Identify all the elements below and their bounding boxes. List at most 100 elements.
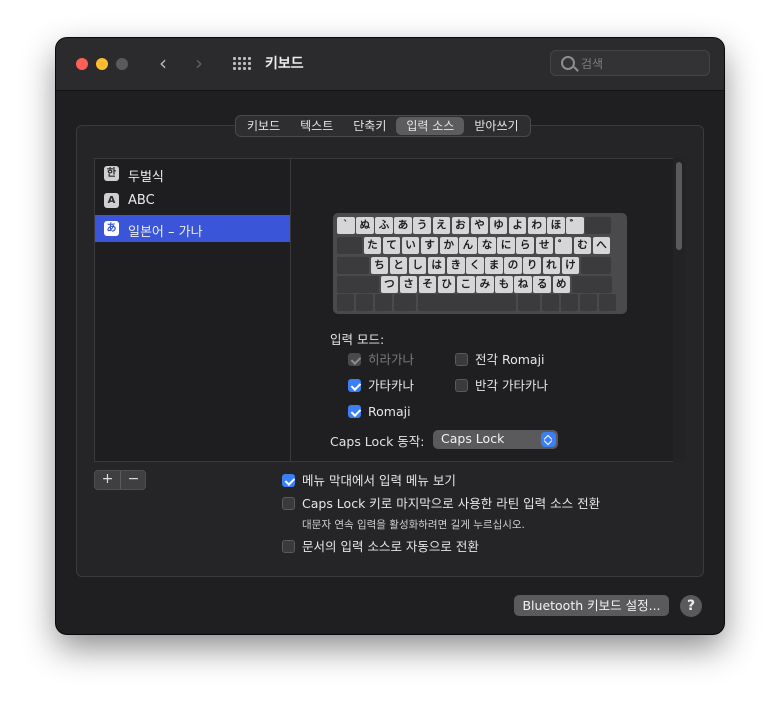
checkbox-label: 메뉴 막대에서 입력 메뉴 보기 <box>302 473 456 488</box>
add-source-button[interactable]: + <box>95 471 120 489</box>
list-item-label: 일본어 – 가나 <box>128 225 203 240</box>
keycap: え <box>432 217 450 234</box>
blank-keycap <box>542 294 559 311</box>
tab-dictation[interactable]: 받아쓰기 <box>464 117 528 135</box>
zoom-button[interactable] <box>116 58 128 70</box>
list-item[interactable]: あ 일본어 – 가나 <box>95 215 290 242</box>
details-scrollbar[interactable] <box>673 158 685 462</box>
search-field[interactable] <box>550 50 710 76</box>
kana-icon: あ <box>104 221 119 236</box>
checkbox-label: Romaji <box>368 404 411 419</box>
keycap: き <box>447 257 465 274</box>
list-item[interactable]: 한 두벌식 <box>95 160 290 187</box>
next-popup-partial[interactable] <box>433 461 558 462</box>
close-button[interactable] <box>76 58 88 70</box>
blank-keycap <box>571 276 612 293</box>
blank-keycap <box>599 294 616 311</box>
keycap: へ <box>592 237 611 254</box>
window-title: 키보드 <box>265 56 304 72</box>
bluetooth-keyboard-setup-button[interactable]: Bluetooth 키보드 설정... <box>514 595 669 616</box>
keycap: む <box>573 237 592 254</box>
keycap: て <box>382 237 401 254</box>
checkbox[interactable] <box>455 353 468 366</box>
checkbox[interactable] <box>282 474 295 487</box>
keycap: わ <box>528 217 546 234</box>
keycap: ゛ <box>566 217 584 234</box>
input-mode-label: 입력 모드: <box>330 332 385 347</box>
keycap: ま <box>485 257 503 274</box>
keycap: の <box>504 257 522 274</box>
help-button[interactable]: ? <box>680 595 702 617</box>
keycap: し <box>408 257 427 274</box>
tab-text[interactable]: 텍스트 <box>290 117 343 135</box>
tab-input-sources[interactable]: 입력 소스 <box>396 117 465 135</box>
search-input[interactable] <box>579 54 703 74</box>
checkbox[interactable] <box>455 379 468 392</box>
keycap: つ <box>380 276 399 293</box>
checkbox-label: 히라가나 <box>368 352 415 367</box>
blank-keycap <box>337 294 354 311</box>
checkbox[interactable] <box>282 497 295 510</box>
checkbox[interactable] <box>348 405 361 418</box>
keycap: そ <box>418 276 437 293</box>
keycap: さ <box>399 276 418 293</box>
list-item[interactable]: A ABC <box>95 187 290 214</box>
keycap: う <box>413 217 431 234</box>
abc-icon: A <box>104 193 119 208</box>
keycap: み <box>476 276 494 293</box>
keycap: け <box>561 257 580 274</box>
caps-lock-label: Caps Lock 동작: <box>330 434 425 449</box>
keycap: や <box>470 217 489 234</box>
keycap: も <box>495 276 513 293</box>
keycap: る <box>533 276 551 293</box>
input-source-details: ` ぬふあうえおやゆよわほ゛ たていすかんなにらせ゜むへ ちとしはきくまのりれけ … <box>291 158 685 462</box>
forward-chevron-icon[interactable]: › <box>195 52 203 74</box>
list-item-label: ABC <box>128 193 155 208</box>
keycap: か <box>440 237 458 254</box>
keycap: す <box>420 237 439 254</box>
keycap: ふ <box>375 217 393 234</box>
blank-keycap <box>337 276 379 293</box>
tab-keyboard[interactable]: 키보드 <box>237 117 290 135</box>
blank-keycap <box>585 217 612 234</box>
keycap: め <box>552 276 570 293</box>
keycap: せ <box>535 237 553 254</box>
keycap: い <box>401 237 420 254</box>
remove-source-button[interactable]: − <box>120 471 146 489</box>
keycap: ゆ <box>489 217 508 234</box>
grid-icon[interactable] <box>233 57 251 71</box>
blank-keycap <box>394 294 416 311</box>
blank-keycap <box>337 237 362 254</box>
back-chevron-icon[interactable]: ‹ <box>159 52 167 74</box>
keycap: ` <box>337 217 355 234</box>
blank-keycap <box>518 294 540 311</box>
tab-shortcuts[interactable]: 단축키 <box>343 117 396 135</box>
blank-keycap <box>418 294 516 311</box>
checkbox[interactable] <box>348 379 361 392</box>
caps-lock-hint: 대문자 연속 입력을 활성화하려면 길게 누르십시오. <box>302 519 525 531</box>
keycap: よ <box>508 217 527 234</box>
checkbox-label: 반각 가타카나 <box>475 378 548 393</box>
checkbox[interactable] <box>348 353 361 366</box>
checkbox[interactable] <box>282 540 295 553</box>
title-bar: ‹ › 키보드 <box>56 38 724 91</box>
caps-lock-value: Caps Lock <box>441 431 505 446</box>
blank-keycap <box>337 257 369 274</box>
keycap: ひ <box>437 276 456 293</box>
search-icon <box>561 56 575 70</box>
checkbox-label: 전각 Romaji <box>475 352 545 367</box>
keycap: り <box>523 257 541 274</box>
keycap: こ <box>457 276 475 293</box>
tab-bar: 키보드 텍스트 단축키 입력 소스 받아쓰기 <box>235 115 531 137</box>
scroll-thumb[interactable] <box>676 162 682 250</box>
minimize-button[interactable] <box>96 58 108 70</box>
keycap: ぬ <box>356 217 374 234</box>
keycap: ゜ <box>554 237 573 254</box>
caps-lock-popup[interactable]: Caps Lock <box>433 430 558 449</box>
blank-keycap <box>356 294 373 311</box>
blank-keycap <box>580 294 597 311</box>
keycap: ね <box>514 276 532 293</box>
hangul-icon: 한 <box>104 166 119 181</box>
checkbox-label: Caps Lock 키로 마지막으로 사용한 라틴 입력 소스 전환 <box>302 496 601 511</box>
keycap: ら <box>516 237 534 254</box>
